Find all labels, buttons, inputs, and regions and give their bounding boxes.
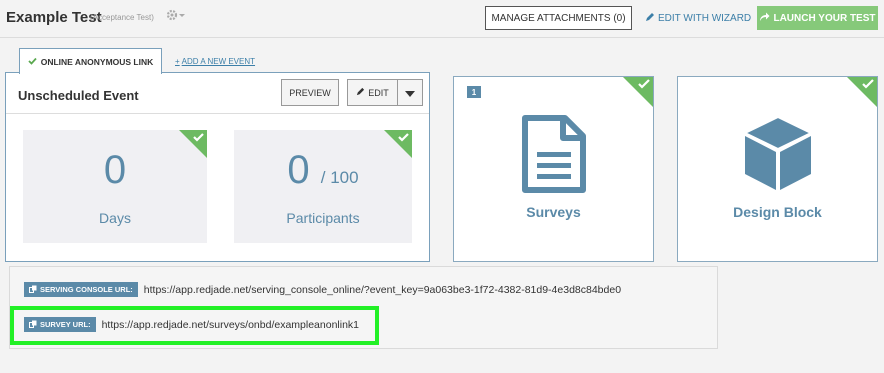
days-label: Days <box>99 210 131 226</box>
pencil-icon <box>356 87 365 98</box>
surveys-tile[interactable]: 1 Surveys <box>453 76 654 262</box>
serving-console-url-row: SERVING CONSOLE URL: https://app.redjade… <box>24 282 621 297</box>
design-block-tile[interactable]: Design Block <box>677 76 878 262</box>
edit-with-wizard-label: EDIT WITH WIZARD <box>658 13 752 24</box>
participants-card: 0 / 100 Participants <box>234 130 412 243</box>
cube-icon <box>742 114 814 197</box>
serving-console-url-tag: SERVING CONSOLE URL: <box>24 282 138 297</box>
participants-total: / 100 <box>320 168 359 187</box>
launch-test-button[interactable]: LAUNCH YOUR TEST <box>757 6 878 30</box>
serving-console-url-label: SERVING CONSOLE URL: <box>40 285 133 294</box>
launch-test-label: LAUNCH YOUR TEST <box>773 12 876 24</box>
pencil-icon <box>645 12 655 25</box>
survey-url-highlight <box>10 306 379 345</box>
caret-down-icon <box>405 84 415 102</box>
edit-dropdown-toggle[interactable] <box>398 79 423 106</box>
edit-label: EDIT <box>368 87 389 98</box>
check-icon <box>28 57 37 67</box>
share-arrow-icon <box>759 12 770 25</box>
participants-label: Participants <box>286 210 360 226</box>
surveys-label: Surveys <box>526 204 581 220</box>
test-title: Example Test <box>6 9 102 26</box>
event-panel: Unscheduled Event PREVIEW EDIT 0 Days 0 … <box>5 72 430 262</box>
test-subtitle: (Acceptance Test) <box>90 13 154 22</box>
participants-value: 0 <box>287 148 310 192</box>
check-corner-icon <box>623 77 653 107</box>
divider <box>6 113 429 114</box>
days-card: 0 Days <box>23 130 207 243</box>
link-icon <box>29 285 37 295</box>
manage-attachments-button[interactable]: MANAGE ATTACHMENTS (0) <box>485 6 632 30</box>
serving-console-url[interactable]: https://app.redjade.net/serving_console_… <box>144 284 621 296</box>
plus-icon: + <box>175 57 180 66</box>
preview-button[interactable]: PREVIEW <box>281 79 339 106</box>
tab-label: ONLINE ANONYMOUS LINK <box>40 56 154 67</box>
add-new-event-label: ADD A NEW EVENT <box>181 57 256 66</box>
add-new-event-link[interactable]: + ADD A NEW EVENT <box>175 57 255 66</box>
days-value: 0 <box>103 148 127 192</box>
page-header: Example Test (Acceptance Test) MANAGE AT… <box>0 0 884 38</box>
survey-count-badge: 1 <box>467 86 481 98</box>
design-block-label: Design Block <box>733 204 822 220</box>
tab-online-anonymous-link[interactable]: ONLINE ANONYMOUS LINK <box>19 48 162 74</box>
participants-value-row: 0 / 100 <box>234 148 412 193</box>
gear-icon[interactable] <box>166 8 186 22</box>
check-corner-icon <box>847 77 877 107</box>
event-title: Unscheduled Event <box>18 88 139 103</box>
document-icon <box>521 114 587 199</box>
edit-with-wizard-link[interactable]: EDIT WITH WIZARD <box>645 12 751 25</box>
edit-button[interactable]: EDIT <box>347 79 398 106</box>
